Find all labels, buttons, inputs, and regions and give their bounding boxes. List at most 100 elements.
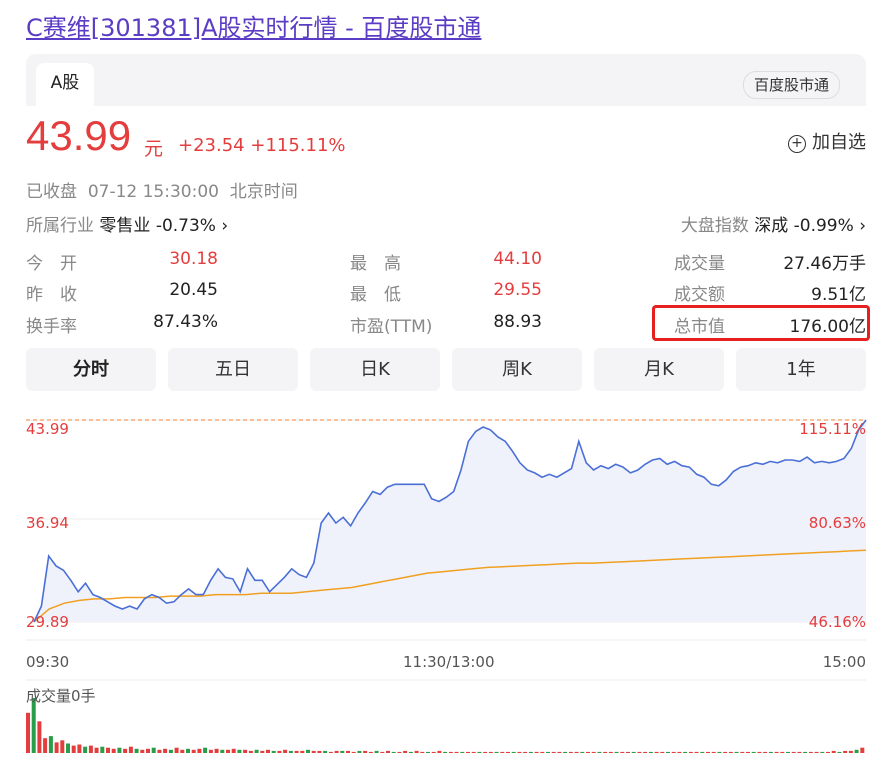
change-percent: +115.11% <box>250 135 346 156</box>
volume-bar <box>71 745 76 753</box>
volume-bar <box>180 749 185 753</box>
volume-bar <box>848 750 853 753</box>
volume-bar <box>683 751 688 753</box>
volume-bar <box>471 751 476 753</box>
volume-bar <box>386 750 390 753</box>
volume-bar <box>466 751 470 753</box>
volume-bar <box>357 750 362 753</box>
chevron-right-icon: › <box>859 216 866 236</box>
source-badge[interactable]: 百度股市通 <box>742 71 840 99</box>
volume-bar <box>757 751 762 753</box>
y-label-low: 29.89 <box>26 613 69 631</box>
volume-bar <box>603 751 608 753</box>
volume-bar <box>483 751 488 753</box>
volume-bar <box>528 751 533 753</box>
volume-bar <box>648 751 653 753</box>
volume-bar <box>591 751 596 753</box>
volume-bar <box>368 751 373 753</box>
volume-bar <box>751 751 756 753</box>
period-tab-intraday[interactable]: 分时 <box>26 348 156 391</box>
period-tab-daily-k[interactable]: 日K <box>310 348 440 391</box>
volume-bar <box>500 751 505 753</box>
volume-bar <box>523 751 528 753</box>
volume-bar <box>420 751 425 753</box>
tab-a-share[interactable]: A股 <box>36 63 94 106</box>
volume-bar <box>328 751 333 753</box>
volume-bar <box>317 750 322 753</box>
y-label-right-low: 46.16% <box>808 613 866 631</box>
volume-bar <box>563 751 568 753</box>
volume-bar <box>111 748 116 753</box>
y-label-right-high: 115.11% <box>799 420 866 438</box>
volume-bar <box>660 751 665 753</box>
volume-bar <box>306 749 310 753</box>
volume-bar <box>54 742 59 753</box>
volume-bar <box>323 750 328 753</box>
volume-bar <box>191 749 196 753</box>
volume-bar <box>163 748 168 753</box>
volume-bar <box>77 744 82 753</box>
volume-bar <box>717 751 722 753</box>
y-label-right-mid: 80.63% <box>808 514 866 532</box>
volume-bar <box>408 751 413 753</box>
market-index-link[interactable]: 大盘指数 深成 -0.99% › <box>681 211 866 236</box>
volume-bar <box>37 721 42 753</box>
volume-bar <box>186 748 190 753</box>
period-tab-5day[interactable]: 五日 <box>168 348 298 391</box>
volume-bar <box>88 745 93 753</box>
volume-bar <box>826 751 830 753</box>
volume-bar <box>860 747 865 753</box>
volume-bar <box>477 751 482 753</box>
volume-bar <box>654 751 659 753</box>
volume-bar <box>494 751 499 753</box>
period-tab-weekly-k[interactable]: 周K <box>452 348 582 391</box>
period-tab-1year[interactable]: 1年 <box>736 348 866 391</box>
volume-bar <box>426 751 430 753</box>
volume-bar <box>151 747 156 753</box>
industry-link[interactable]: 所属行业 零售业 -0.73% › <box>26 211 228 236</box>
volume-bar <box>300 750 305 753</box>
stat-high-label: 最 高 <box>350 254 401 274</box>
volume-bar <box>43 738 48 753</box>
period-tab-monthly-k[interactable]: 月K <box>594 348 724 391</box>
intraday-chart[interactable] <box>0 400 876 769</box>
volume-bar <box>31 698 36 753</box>
industry-name: 零售业 <box>99 216 151 236</box>
volume-bar <box>711 751 716 753</box>
volume-bar <box>814 751 819 753</box>
volume-bar <box>780 751 785 753</box>
volume-bar <box>734 751 739 753</box>
index-change: -0.99% <box>793 216 854 236</box>
volume-bar <box>631 751 636 753</box>
volume-bar <box>626 751 630 753</box>
volume-bar <box>266 749 270 753</box>
volume-bar <box>226 749 230 753</box>
stat-high-value: 44.10 <box>493 249 542 269</box>
market-status: 已收盘 07-12 15:30:00 北京时间 <box>26 177 298 202</box>
volume-bar <box>128 746 133 753</box>
volume-bar <box>843 750 848 753</box>
volume-bar <box>637 751 642 753</box>
volume-bar <box>837 751 842 753</box>
volume-bar <box>677 751 682 753</box>
volume-bar <box>568 751 573 753</box>
volume-bar <box>220 749 225 753</box>
volume-bar <box>540 751 545 753</box>
volume-bar <box>248 750 253 753</box>
status-text: 已收盘 <box>26 182 77 202</box>
volume-bar <box>100 746 105 753</box>
change-value: +23.54 <box>178 135 245 156</box>
add-watchlist-label: 加自选 <box>812 132 866 153</box>
volume-bar <box>443 751 448 753</box>
add-watchlist-button[interactable]: + 加自选 <box>788 128 866 154</box>
volume-bar <box>123 748 128 753</box>
volume-bar <box>534 751 539 753</box>
volume-bar <box>134 748 139 753</box>
page-title[interactable]: C赛维[301381]A股实时行情 - 百度股市通 <box>26 8 481 43</box>
volume-bar <box>700 751 705 753</box>
volume-bar <box>694 751 699 753</box>
volume-bar <box>854 749 859 753</box>
volume-bar <box>460 751 465 753</box>
volume-bar <box>403 750 408 753</box>
volume-bar <box>157 749 162 753</box>
